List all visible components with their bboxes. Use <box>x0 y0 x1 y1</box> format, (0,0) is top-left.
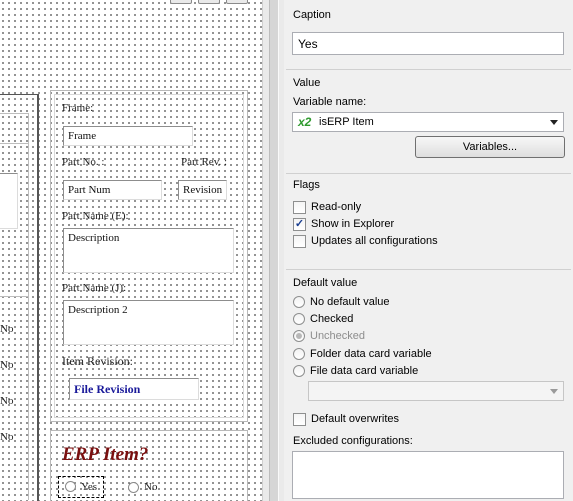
part-rev-label: Part Rev. : <box>181 156 228 168</box>
checked-radio[interactable] <box>293 313 305 325</box>
default-overwrites-label: Default overwrites <box>311 413 400 425</box>
folder-data-card-variable-radio[interactable] <box>293 348 305 360</box>
no-default-value-radio[interactable] <box>293 296 305 308</box>
toolbar-button[interactable] <box>198 0 220 4</box>
divider <box>37 94 39 501</box>
value-group: Value Variable name: x2 isERP Item Varia… <box>286 69 571 173</box>
part-name-e-label: Part Name (E): <box>62 210 129 222</box>
no-default-value-radio-row[interactable]: No default value <box>293 294 390 310</box>
divider <box>0 143 28 144</box>
excluded-configurations-list[interactable] <box>292 451 564 499</box>
updates-all-configurations-label: Updates all configurations <box>311 235 438 247</box>
no-label: No <box>0 323 14 335</box>
no-label: No <box>0 359 14 371</box>
read-only-label: Read-only <box>311 201 362 213</box>
caption-group: Caption Yes <box>286 0 571 69</box>
part-no-label: Part No. : <box>62 156 105 168</box>
unchecked-radio[interactable] <box>293 330 305 342</box>
flags-group-title: Flags <box>293 179 320 191</box>
read-only-checkbox-row[interactable]: Read-only <box>293 199 361 215</box>
item-revision-label: Item Revision: <box>62 354 133 368</box>
toolbar-button[interactable] <box>170 0 192 4</box>
unchecked-radio-row[interactable]: Unchecked <box>293 328 365 344</box>
file-data-card-variable-label: File data card variable <box>310 365 419 377</box>
properties-panel: Caption Yes Value Variable name: x2 isER… <box>284 0 573 501</box>
file-data-card-variable-radio-row[interactable]: File data card variable <box>293 363 418 379</box>
flags-group: Flags Read-only ✓ Show in Explorer Updat… <box>286 173 571 269</box>
frame-textbox[interactable]: Frame <box>63 126 193 146</box>
form-designer-canvas[interactable]: No No No No Frame: Frame Part No. : Part… <box>0 0 262 501</box>
yes-radio-selection[interactable]: Yes <box>58 476 104 498</box>
frame-label: Frame: <box>62 102 94 114</box>
variable-name-label: Variable name: <box>293 96 367 108</box>
no-label: No <box>0 431 14 443</box>
default-value-group: Default value No default value Checked U… <box>286 269 571 501</box>
description-2-textbox[interactable]: Description 2 <box>63 300 234 345</box>
no-radio-icon[interactable] <box>128 482 139 493</box>
partial-textbox[interactable] <box>0 173 18 229</box>
variable-icon: x2 <box>298 115 312 129</box>
file-revision-textbox[interactable]: File Revision <box>69 378 199 400</box>
caption-group-title: Caption <box>293 9 331 21</box>
yes-radio-icon[interactable] <box>65 481 76 493</box>
excluded-configurations-label: Excluded configurations: <box>293 435 413 447</box>
show-in-explorer-checkbox-row[interactable]: ✓ Show in Explorer <box>293 216 394 232</box>
description-textbox[interactable]: Description <box>63 228 234 273</box>
divider <box>0 113 28 114</box>
folder-data-card-variable-label: Folder data card variable <box>310 348 432 360</box>
checked-radio-row[interactable]: Checked <box>293 311 353 327</box>
no-default-value-label: No default value <box>310 296 390 308</box>
caption-input[interactable]: Yes <box>292 32 564 55</box>
panel-splitter[interactable] <box>262 0 284 501</box>
updates-all-configurations-checkbox-row[interactable]: Updates all configurations <box>293 233 438 249</box>
part-num-textbox[interactable]: Part Num <box>63 180 162 200</box>
variable-name-dropdown[interactable]: x2 isERP Item <box>292 112 564 132</box>
default-overwrites-checkbox[interactable] <box>293 412 306 426</box>
divider <box>0 296 28 297</box>
file-data-card-variable-radio[interactable] <box>293 365 305 377</box>
variable-name-value: isERP Item <box>319 116 374 128</box>
value-group-title: Value <box>293 77 321 89</box>
chevron-down-icon <box>550 389 558 394</box>
no-label: No <box>0 395 14 407</box>
toolbar-button[interactable] <box>226 0 248 4</box>
show-in-explorer-checkbox[interactable]: ✓ <box>293 217 306 231</box>
default-value-group-title: Default value <box>293 277 358 289</box>
unchecked-label: Unchecked <box>310 330 366 342</box>
variables-button[interactable]: Variables... <box>415 136 565 158</box>
part-name-j-label: Part Name (J): <box>62 282 127 294</box>
show-in-explorer-label: Show in Explorer <box>311 218 395 230</box>
folder-data-card-variable-radio-row[interactable]: Folder data card variable <box>293 346 432 362</box>
chevron-down-icon <box>550 120 558 125</box>
default-overwrites-checkbox-row[interactable]: Default overwrites <box>293 411 399 427</box>
no-radio-label: No <box>144 481 158 493</box>
yes-radio-label: Yes <box>81 481 98 493</box>
updates-all-configurations-checkbox[interactable] <box>293 234 306 248</box>
read-only-checkbox[interactable] <box>293 200 306 214</box>
data-card-variable-dropdown[interactable] <box>308 381 564 401</box>
checked-label: Checked <box>310 313 354 325</box>
revision-textbox[interactable]: Revision <box>178 180 227 200</box>
erp-item-title: ERP Item? <box>62 444 149 465</box>
divider <box>28 113 29 500</box>
divider <box>0 94 38 95</box>
